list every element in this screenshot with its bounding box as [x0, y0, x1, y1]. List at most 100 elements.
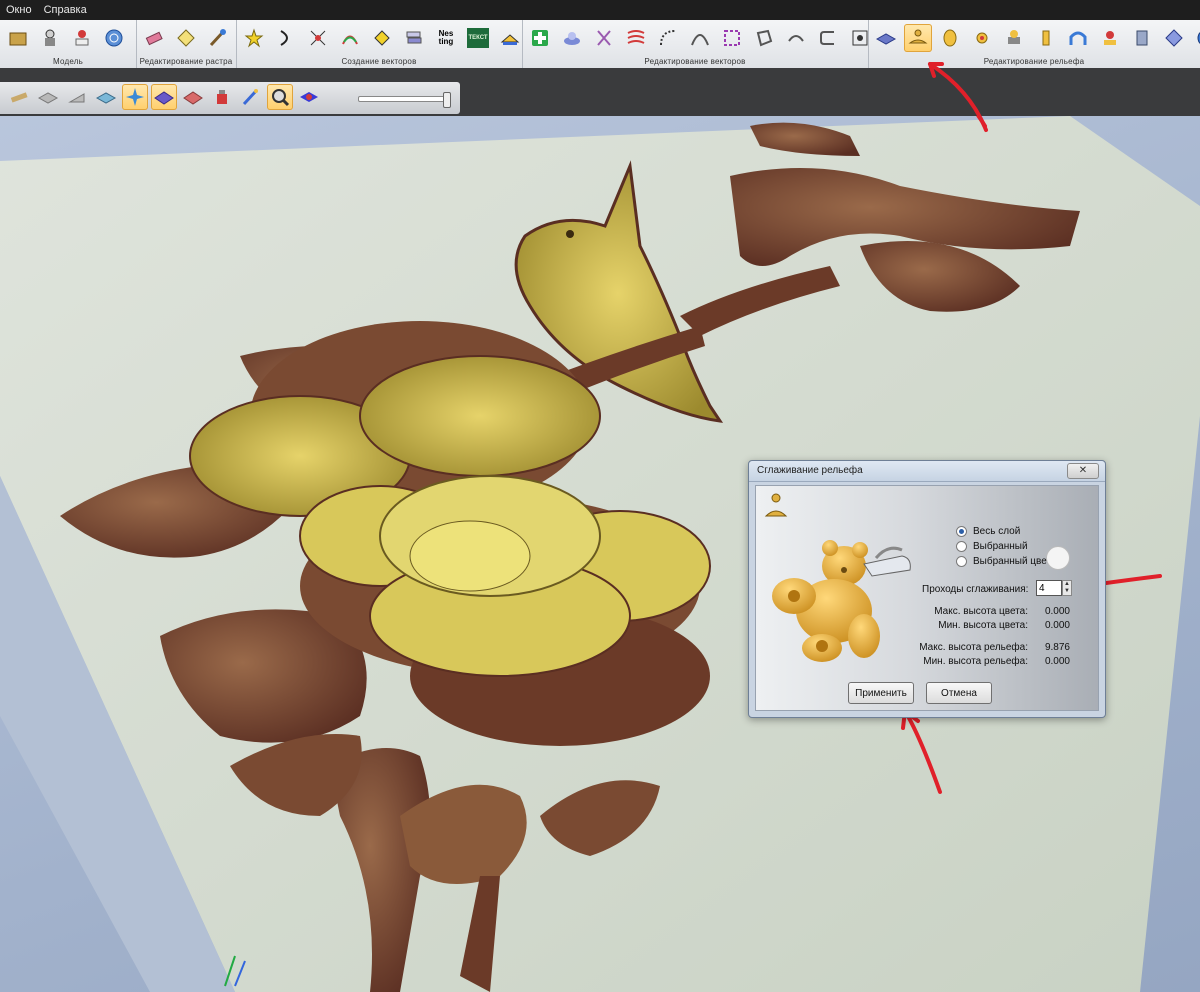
menu-help[interactable]: Справка — [38, 4, 93, 16]
vector-edit-select[interactable] — [718, 24, 746, 52]
vector-tool-curve[interactable] — [336, 24, 364, 52]
radio-whole-layer-button[interactable] — [956, 526, 967, 537]
raster-tool-brush[interactable] — [204, 24, 232, 52]
vector-edit-offset[interactable] — [622, 24, 650, 52]
relief-tool-10[interactable] — [1160, 24, 1188, 52]
slider-thumb[interactable] — [443, 92, 451, 108]
stepper-down[interactable]: ▼ — [1063, 588, 1071, 595]
view-tool-9[interactable] — [238, 84, 264, 110]
figure-icon — [45, 29, 55, 46]
view-tool-4[interactable] — [93, 84, 119, 110]
dialog-body: Весь слой Выбранный Выбранный цвет Прохо… — [755, 485, 1099, 711]
curve-icon — [342, 35, 358, 45]
cancel-button[interactable]: Отмена — [926, 682, 992, 704]
relief-arch-icon — [1069, 31, 1087, 45]
smooth-icon — [788, 35, 804, 42]
model-tool-3[interactable] — [68, 24, 96, 52]
view-tool-7[interactable] — [180, 84, 206, 110]
vector-tool-fill[interactable] — [368, 24, 396, 52]
vector-edit-smooth[interactable] — [782, 24, 810, 52]
stepper-up[interactable]: ▲ — [1063, 581, 1071, 588]
stat-label: Мин. высота рельефа: — [923, 656, 1028, 667]
smoothing-passes-input[interactable] — [1036, 580, 1062, 596]
menu-window[interactable]: Окно — [0, 4, 38, 16]
layers-icon — [406, 31, 422, 44]
model-tool-1[interactable] — [4, 24, 32, 52]
relief-tool-5[interactable] — [1000, 24, 1028, 52]
relief-tool-7[interactable] — [1064, 24, 1092, 52]
stat-label: Макс. высота цвета: — [934, 606, 1028, 617]
vector-edit-trim[interactable] — [590, 24, 618, 52]
view-tool-6[interactable] — [151, 84, 177, 110]
relief-gem-icon — [1165, 29, 1183, 47]
color-swatch[interactable] — [1046, 546, 1070, 570]
arc-icon — [280, 30, 288, 46]
light-star-icon — [126, 88, 144, 106]
weld-icon — [564, 32, 580, 45]
relief-figure-icon — [1104, 31, 1116, 45]
group-vector-editing: Редактирование векторов — [522, 20, 869, 68]
vector-tool-layers[interactable] — [400, 24, 428, 52]
radio-selected-color[interactable]: Выбранный цвет — [956, 556, 1051, 567]
vector-edit-add[interactable] — [526, 24, 554, 52]
diamond-icon — [177, 29, 195, 47]
vector-tool-arc[interactable] — [272, 24, 300, 52]
view-tool-8[interactable] — [209, 84, 235, 110]
view-tool-11[interactable] — [296, 84, 322, 110]
relief-spool-icon — [1042, 30, 1050, 46]
vector-tool-node[interactable] — [304, 24, 332, 52]
color-gradient-icon — [300, 92, 318, 102]
stat-label: Макс. высота рельефа: — [919, 642, 1028, 653]
apply-button[interactable]: Применить — [848, 682, 914, 704]
vector-tool-star[interactable] — [240, 24, 268, 52]
smoothing-passes-stepper[interactable]: ▲ ▼ — [1062, 580, 1072, 596]
view-toolbar — [0, 68, 1200, 116]
view-tool-3[interactable] — [64, 84, 90, 110]
relief-tool-8[interactable] — [1096, 24, 1124, 52]
relief-column-icon — [1136, 30, 1148, 46]
view-tool-5[interactable] — [122, 84, 148, 110]
relief-tool-9[interactable] — [1128, 24, 1156, 52]
menu-bar: Окно Справка — [0, 0, 1200, 20]
relief-blob-icon — [943, 29, 957, 47]
vector-edit-bell[interactable] — [686, 24, 714, 52]
vector-tool-nesting[interactable]: Nes ting — [432, 24, 460, 52]
dialog-titlebar[interactable]: Сглаживание рельефа ✕ — [749, 461, 1105, 482]
raster-tool-diamond[interactable] — [172, 24, 200, 52]
relief-stamp-icon — [1008, 30, 1020, 44]
nesting-label: Nes ting — [438, 29, 454, 46]
vector-edit-weld[interactable] — [558, 24, 586, 52]
box-icon — [9, 32, 27, 46]
view-tool-10[interactable] — [267, 84, 293, 110]
radio-selected-color-button[interactable] — [956, 556, 967, 567]
vector-edit-open[interactable] — [814, 24, 842, 52]
globe-icon — [105, 29, 123, 47]
dialog-close-button[interactable]: ✕ — [1067, 463, 1099, 479]
vector-tool-image[interactable] — [496, 24, 524, 52]
relief-tool-plane[interactable] — [872, 24, 900, 52]
model-tool-2[interactable] — [36, 24, 64, 52]
relief-tool-3[interactable] — [936, 24, 964, 52]
plate-icon — [37, 92, 59, 104]
radio-selected-button[interactable] — [956, 541, 967, 552]
stat-value: 9.876 — [1044, 642, 1070, 653]
relief-tool-11[interactable] — [1192, 24, 1200, 52]
vector-tool-text[interactable]: ТЕКСТ — [464, 24, 492, 52]
paint-brush-icon — [242, 89, 258, 106]
view-tool-2[interactable] — [35, 84, 61, 110]
relief-tool-6[interactable] — [1032, 24, 1060, 52]
vector-edit-fillet[interactable] — [654, 24, 682, 52]
ribbon-annotation-arrow — [928, 62, 988, 132]
stat-value: 0.000 — [1044, 606, 1070, 617]
relief-tool-4[interactable] — [968, 24, 996, 52]
radio-selected[interactable]: Выбранный — [956, 541, 1028, 552]
offset-icon — [627, 30, 645, 44]
raster-tool-eraser[interactable] — [140, 24, 168, 52]
view-tool-1[interactable] — [6, 84, 32, 110]
model-tool-4[interactable] — [100, 24, 128, 52]
teddy-bear-illustration — [772, 540, 911, 662]
relief-tool-smooth[interactable] — [904, 24, 932, 52]
opacity-slider[interactable] — [358, 92, 451, 108]
radio-whole-layer[interactable]: Весь слой — [956, 526, 1020, 537]
vector-edit-shape[interactable] — [750, 24, 778, 52]
